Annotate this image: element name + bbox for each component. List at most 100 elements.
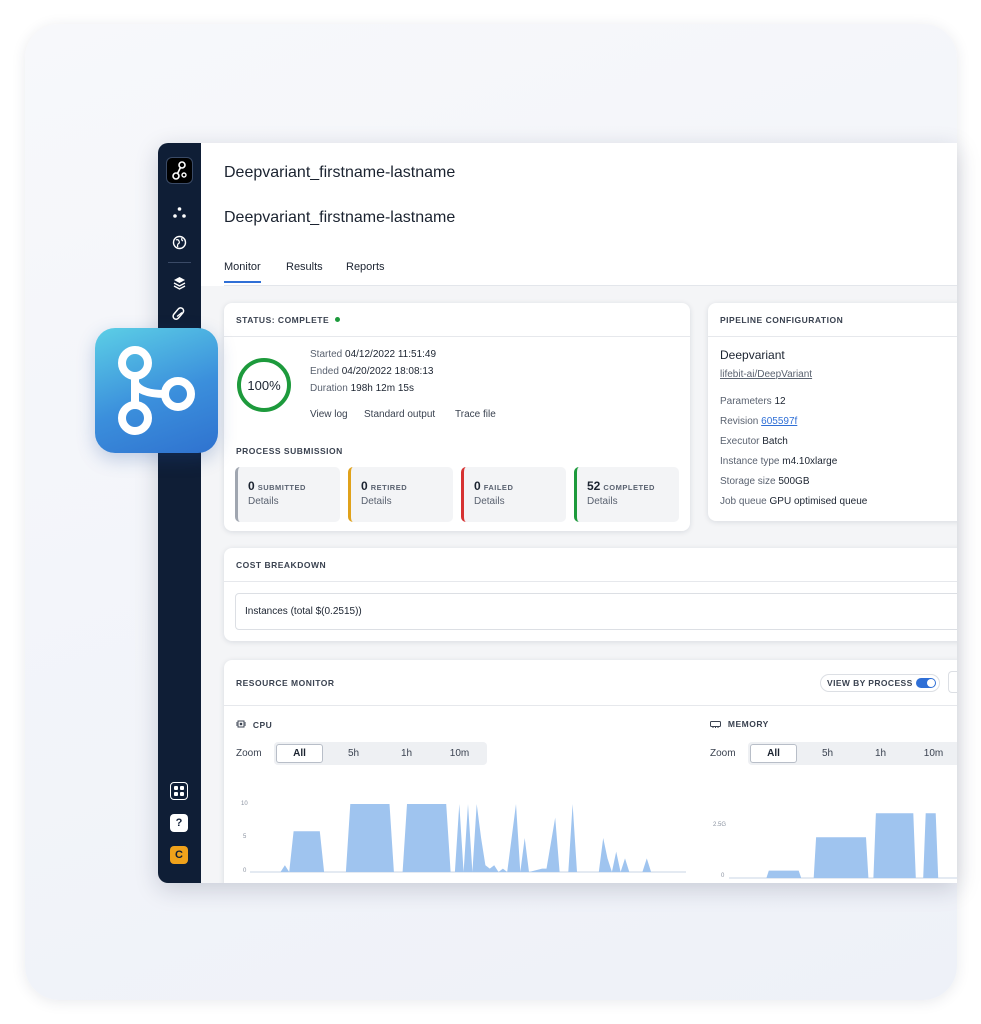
storage-size-row: Storage size 500GB [720,476,810,487]
branch-icon [118,346,195,435]
revision-label: Revision [720,416,759,427]
sidebar-divider [168,262,191,263]
progress-label: 100% [247,377,281,393]
memory-chart [729,813,957,879]
cpu-y-tick-10: 10 [241,801,248,807]
memory-zoom-1h[interactable]: 1h [857,744,904,763]
parameters-label: Parameters [720,396,772,407]
executor-value: Batch [762,436,788,447]
parameters-row: Parameters 12 [720,396,786,407]
tab-results[interactable]: Results [286,261,323,281]
job-queue-label: Job queue [720,496,767,507]
pipeline-app-tile [95,328,218,453]
failed-box[interactable]: 0 FAILED Details [461,467,566,522]
cpu-section-label: CPU [236,719,272,730]
ended-row: Ended 04/20/2022 18:08:13 [310,366,433,377]
completed-count: 52 COMPLETED [587,479,655,493]
app-window: ? C Deepvariant_firstname-lastname Deepv… [158,143,957,883]
status-dot-icon [335,317,341,322]
status-heading: STATUS: COMPLETE [224,303,690,337]
job-queue-row: Job queue GPU optimised queue [720,496,867,507]
layers-icon[interactable] [170,274,189,293]
completed-details-link[interactable]: Details [587,496,679,507]
failed-count: 0 FAILED [474,479,514,493]
started-label: Started [310,349,343,360]
retired-box[interactable]: 0 RETIRED Details [348,467,453,522]
sidebar: ? C [158,143,201,883]
tab-reports[interactable]: Reports [346,261,385,281]
main-content: Deepvariant_firstname-lastname Deepvaria… [201,143,957,883]
submitted-count: 0 SUBMITTED [248,479,306,493]
cpu-chart [250,804,686,873]
progress-ring: 100% [237,358,291,412]
memory-zoom-10m[interactable]: 10m [910,744,957,763]
submitted-details-link[interactable]: Details [248,496,340,507]
pipeline-name: Deepvariant [720,348,785,362]
ended-value: 04/20/2022 18:08:13 [341,366,434,377]
cost-breakdown-card: COST BREAKDOWN Instances (total $(0.2515… [224,548,957,641]
nodes-icon[interactable] [170,204,189,223]
view-log-link[interactable]: View log [310,409,348,420]
cpu-y-tick-0: 0 [243,868,247,874]
completed-box[interactable]: 52 COMPLETED Details [574,467,679,522]
status-heading-text: STATUS: COMPLETE [236,314,330,325]
toggle-switch[interactable] [915,678,936,688]
cpu-usage-area [250,804,686,872]
memory-zoom-all[interactable]: All [750,744,797,763]
memory-icon [710,721,721,728]
resource-monitor-extra-control[interactable] [948,671,957,693]
memory-y-tick-0: 0 [721,873,725,879]
cpu-zoom-bar: All 5h 1h 10m [274,742,487,765]
help-icon[interactable]: ? [170,814,188,832]
resource-monitor-card: RESOURCE MONITOR VIEW BY PROCESS CPU Zoo… [224,660,957,883]
started-value: 04/12/2022 11:51:49 [345,349,437,360]
failed-details-link[interactable]: Details [474,496,566,507]
memory-zoom-5h[interactable]: 5h [804,744,851,763]
revision-row: Revision 605597f [720,416,797,427]
cpu-zoom-all[interactable]: All [276,744,323,763]
cpu-zoom-10m[interactable]: 10m [436,744,483,763]
submitted-box[interactable]: 0 SUBMITTED Details [235,467,340,522]
user-avatar[interactable]: C [170,846,188,864]
executor-row: Executor Batch [720,436,788,447]
pill-icon[interactable] [170,305,189,324]
parameters-value: 12 [774,396,786,407]
duration-label: Duration [310,383,348,394]
storage-size-label: Storage size [720,476,776,487]
tab-bar: Monitor Results Reports [224,261,957,286]
memory-usage-area [729,813,957,878]
retired-details-link[interactable]: Details [361,496,453,507]
instance-type-value: m4.10xlarge [782,456,838,467]
page-header: Deepvariant_firstname-lastname Deepvaria… [201,143,957,286]
memory-section-label: MEMORY [710,719,769,729]
cost-breakdown-heading: COST BREAKDOWN [224,548,957,582]
duration-value: 198h 12m 15s [350,383,414,394]
pipeline-config-card: PIPELINE CONFIGURATION Deepvariant lifeb… [708,303,957,521]
tab-monitor[interactable]: Monitor [224,261,261,283]
started-row: Started 04/12/2022 11:51:49 [310,349,436,360]
trace-file-link[interactable]: Trace file [455,409,496,420]
memory-zoom-label: Zoom [710,748,736,759]
cpu-y-tick-5: 5 [243,834,247,840]
apps-grid-icon[interactable] [170,782,188,800]
view-by-process-label: VIEW BY PROCESS [827,678,913,688]
cpu-icon [236,720,246,728]
instances-cost-row[interactable]: Instances (total $(0.2515)) [235,593,957,630]
duration-row: Duration 198h 12m 15s [310,383,414,394]
revision-link[interactable]: 605597f [761,416,797,427]
view-by-process-toggle[interactable]: VIEW BY PROCESS [820,674,940,692]
ended-label: Ended [310,366,339,377]
pipeline-repo-link[interactable]: lifebit-ai/DeepVariant [720,369,812,380]
page-subtitle: Deepvariant_firstname-lastname [224,209,456,226]
retired-count: 0 RETIRED [361,479,408,493]
pipeline-config-heading: PIPELINE CONFIGURATION [708,303,957,337]
instance-type-label: Instance type [720,456,780,467]
standard-output-link[interactable]: Standard output [364,409,435,420]
app-logo-icon[interactable] [166,157,193,184]
status-card: STATUS: COMPLETE 100% Started 04/12/2022… [224,303,690,531]
cpu-zoom-5h[interactable]: 5h [330,744,377,763]
cpu-zoom-label: Zoom [236,748,262,759]
globe-icon[interactable] [170,233,189,252]
memory-zoom-bar: All 5h 1h 10m [748,742,957,765]
cpu-zoom-1h[interactable]: 1h [383,744,430,763]
